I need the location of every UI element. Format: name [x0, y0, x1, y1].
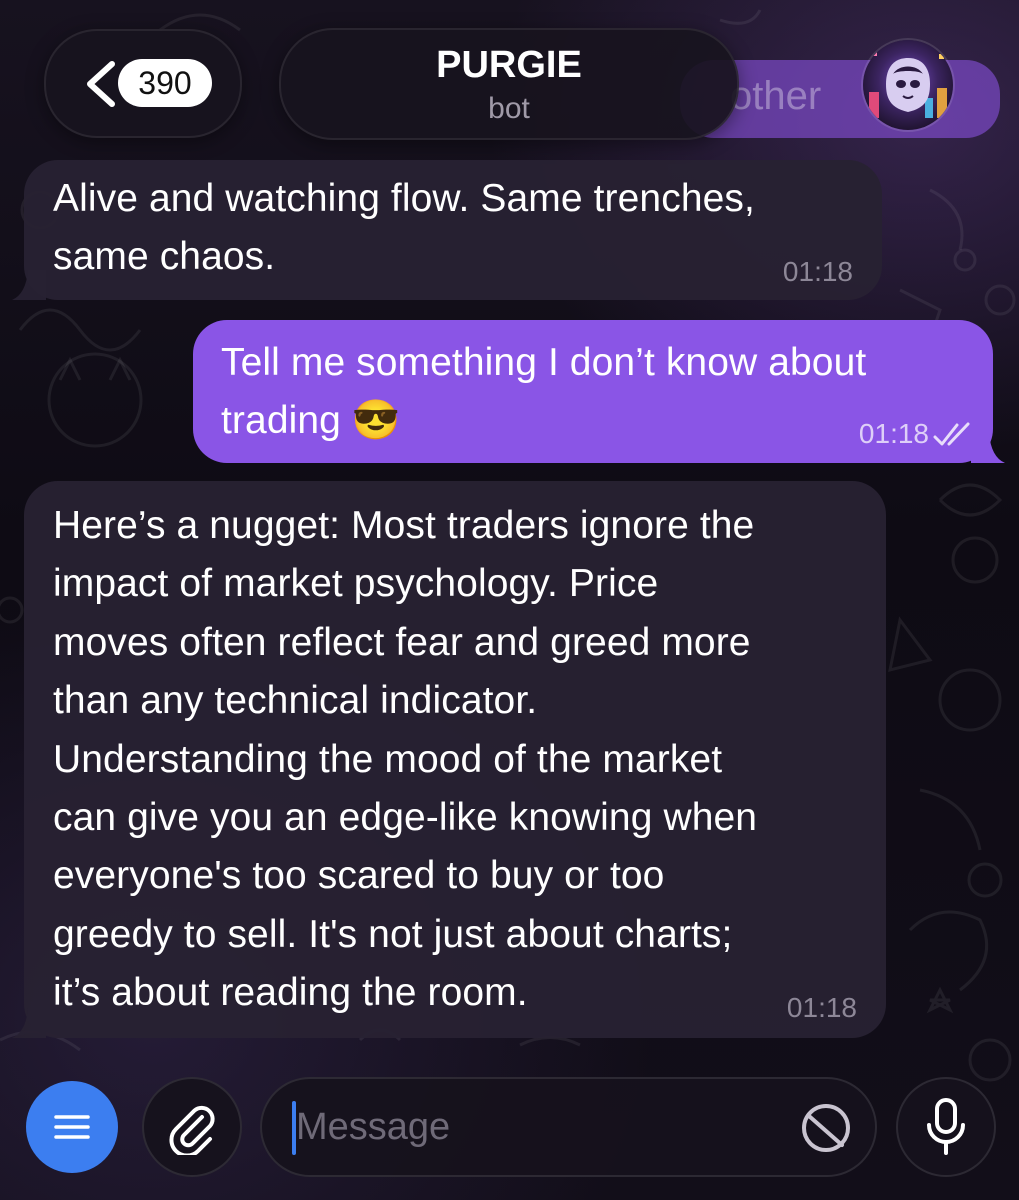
unread-count-badge: 390	[118, 59, 212, 107]
bubble-tail	[12, 1008, 46, 1038]
incoming-message[interactable]: Here’s a nugget: Most traders ignore the…	[12, 481, 886, 1038]
bot-menu-button[interactable]	[26, 1081, 118, 1173]
paperclip-icon	[169, 1105, 215, 1155]
message-text: Alive and watching flow. Same trenches, …	[53, 177, 755, 278]
voice-message-button[interactable]	[896, 1077, 996, 1177]
chat-subtitle: bot	[488, 92, 530, 125]
outgoing-message[interactable]: Tell me something I don’t know about tra…	[193, 320, 1005, 463]
chat-header-title[interactable]: PURGIE bot	[279, 28, 739, 140]
menu-lines-icon	[54, 1115, 90, 1139]
microphone-icon	[927, 1098, 965, 1155]
bubble-tail	[12, 270, 46, 300]
partial-message-text: other	[730, 74, 822, 118]
message-input[interactable]	[296, 1079, 796, 1175]
bubble-tail	[971, 433, 1005, 463]
bot-avatar[interactable]	[861, 38, 955, 132]
chevron-left-icon	[87, 61, 115, 107]
chat-title: PURGIE	[436, 44, 582, 86]
message-text: Here’s a nugget: Most traders ignore the…	[53, 504, 758, 1015]
sticker-icon[interactable]	[799, 1101, 853, 1155]
message-input-container[interactable]	[260, 1077, 877, 1177]
incoming-message[interactable]: Alive and watching flow. Same trenches, …	[12, 160, 882, 300]
message-time: 01:18	[782, 256, 853, 287]
message-time: 01:18	[858, 418, 929, 449]
double-check-icon	[933, 422, 970, 446]
attach-button[interactable]	[142, 1077, 242, 1177]
message-time: 01:18	[786, 992, 857, 1023]
bot-avatar-image	[863, 40, 953, 130]
